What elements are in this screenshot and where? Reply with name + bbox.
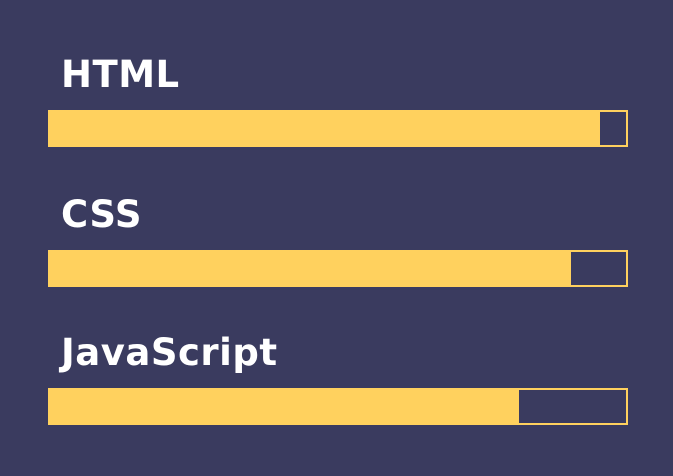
skill-label-javascript: JavaScript: [61, 331, 278, 374]
skill-label-css: CSS: [61, 193, 142, 236]
progress-bar-html: [48, 110, 628, 147]
progress-fill-javascript: [50, 390, 520, 423]
progress-bar-javascript: [48, 388, 628, 425]
progress-bar-css: [48, 250, 628, 287]
skill-label-html: HTML: [61, 53, 180, 96]
skill-javascript: JavaScript: [48, 331, 628, 425]
progress-fill-css: [50, 252, 572, 285]
skill-css: CSS: [48, 193, 628, 287]
progress-fill-html: [50, 112, 601, 145]
skill-html: HTML: [48, 53, 628, 147]
